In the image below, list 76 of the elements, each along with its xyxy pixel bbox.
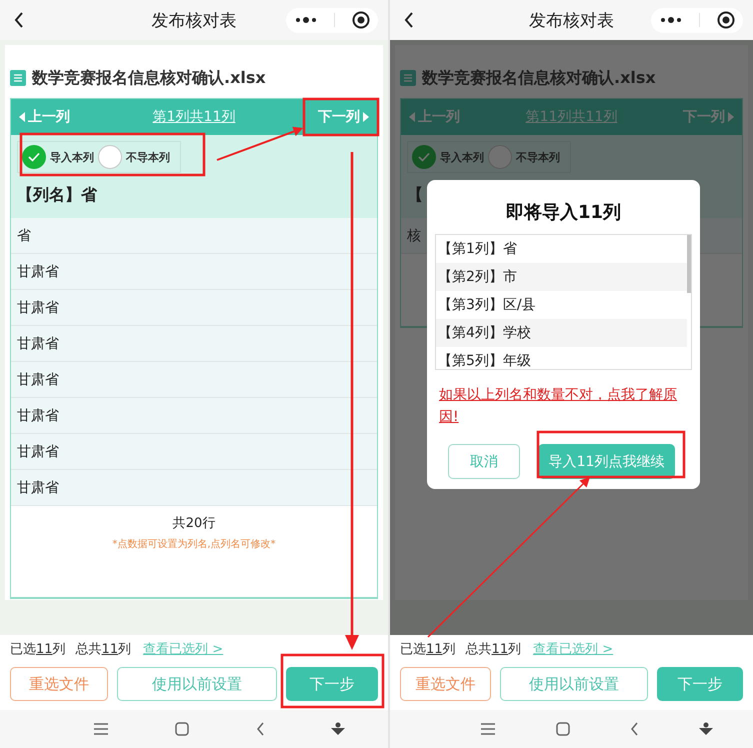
reselect-file-button[interactable]: 重选文件 <box>400 667 491 701</box>
view-selected-link[interactable]: 查看已选列 > <box>533 640 614 658</box>
next-column-link[interactable]: 下一列 <box>318 108 369 126</box>
column-list-item: 【第2列】市 <box>436 263 687 291</box>
data-row[interactable]: 甘肃省 <box>11 398 377 434</box>
selected-label: 已选 <box>10 641 36 658</box>
column-list-item: 【第5列】年级 <box>437 352 532 369</box>
selected-unit: 列 <box>442 641 456 658</box>
option-label[interactable]: 导入本列 <box>50 150 94 164</box>
column-position-link[interactable]: 第1列共11列 <box>152 108 236 126</box>
selected-count: 11 <box>36 642 53 656</box>
confirm-button[interactable]: 导入11列点我继续 <box>538 444 675 479</box>
left-triangle-icon <box>19 112 25 122</box>
data-row[interactable]: 甘肃省 <box>11 362 377 398</box>
close-icon[interactable] <box>716 11 734 29</box>
file-name: 数学竞赛报名信息核对确认.xlsx <box>32 68 266 88</box>
view-selected-link[interactable]: 查看已选列 > <box>143 640 224 658</box>
page-title: 发布核对表 <box>152 10 236 30</box>
selected-label: 已选 <box>400 641 426 658</box>
checked-radio-icon[interactable] <box>22 145 46 169</box>
assistant-icon[interactable] <box>330 722 345 736</box>
data-row[interactable]: 省 <box>11 218 377 254</box>
dialog-title: 即将导入11列 <box>504 201 622 225</box>
column-list-item: 【第1列】省 <box>437 240 518 259</box>
right-triangle-icon <box>362 112 369 122</box>
cancel-button[interactable]: 取消 <box>448 444 520 479</box>
prev-column-link[interactable]: 上一列 <box>19 108 70 126</box>
scrollbar-thumb[interactable] <box>687 235 691 293</box>
menu-icon[interactable] <box>93 722 110 736</box>
next-step-button[interactable]: 下一步 <box>657 667 743 701</box>
file-icon <box>400 70 416 86</box>
data-row[interactable]: 甘肃省 <box>11 326 377 362</box>
column-name[interactable]: 【列名】省 <box>17 185 371 206</box>
previous-settings-button[interactable]: 使用以前设置 <box>116 667 277 701</box>
menu-icon[interactable] <box>480 722 496 736</box>
close-icon[interactable] <box>352 11 370 29</box>
next-column-link[interactable]: 下一列 <box>682 108 734 126</box>
column-list-item: 【第3列】区/县 <box>437 296 537 315</box>
hint-text: *点数据可设置为列名,点列名可修改* <box>112 538 276 551</box>
next-step-button[interactable]: 下一步 <box>286 667 378 701</box>
option-label[interactable]: 不导本列 <box>516 150 560 164</box>
data-row[interactable]: 甘肃省 <box>11 470 377 506</box>
radio-icon[interactable] <box>98 145 122 169</box>
more-icon[interactable] <box>660 16 682 24</box>
page-title: 发布核对表 <box>529 10 614 30</box>
selected-unit: 列 <box>52 641 66 658</box>
column-list-item: 【第4列】学校 <box>436 319 687 347</box>
prev-column-link[interactable]: 上一列 <box>409 108 460 126</box>
option-label[interactable]: 不导本列 <box>126 150 170 164</box>
home-icon[interactable] <box>556 722 570 736</box>
data-row[interactable]: 甘肃省 <box>11 434 377 470</box>
assistant-icon[interactable] <box>699 722 713 736</box>
total-unit: 列 <box>508 641 522 658</box>
data-row[interactable]: 甘肃省 <box>11 290 377 326</box>
reselect-file-button[interactable]: 重选文件 <box>10 667 108 701</box>
back-icon[interactable] <box>403 11 415 29</box>
checked-radio-icon[interactable] <box>412 145 436 169</box>
column-position-link[interactable]: 第11列共11列 <box>526 108 618 126</box>
total-label: 总共 <box>76 641 102 658</box>
back-icon[interactable] <box>13 11 25 29</box>
total-count: 11 <box>102 642 118 656</box>
file-name: 数学竞赛报名信息核对确认.xlsx <box>422 68 656 88</box>
home-icon[interactable] <box>175 722 190 736</box>
data-row[interactable]: 甘肃省 <box>11 254 377 290</box>
total-unit: 列 <box>118 641 132 658</box>
total-count: 11 <box>492 642 508 656</box>
option-label[interactable]: 导入本列 <box>440 150 484 164</box>
file-icon <box>10 70 26 86</box>
right-triangle-icon <box>728 112 734 122</box>
row-count: 共20行 <box>172 515 216 532</box>
help-link[interactable]: 如果以上列名和数量不对，点我了解原因! <box>439 384 679 428</box>
left-triangle-icon <box>409 112 415 122</box>
previous-settings-button[interactable]: 使用以前设置 <box>500 667 648 701</box>
more-icon[interactable] <box>294 16 316 24</box>
total-label: 总共 <box>466 641 492 658</box>
selected-count: 11 <box>426 642 443 656</box>
